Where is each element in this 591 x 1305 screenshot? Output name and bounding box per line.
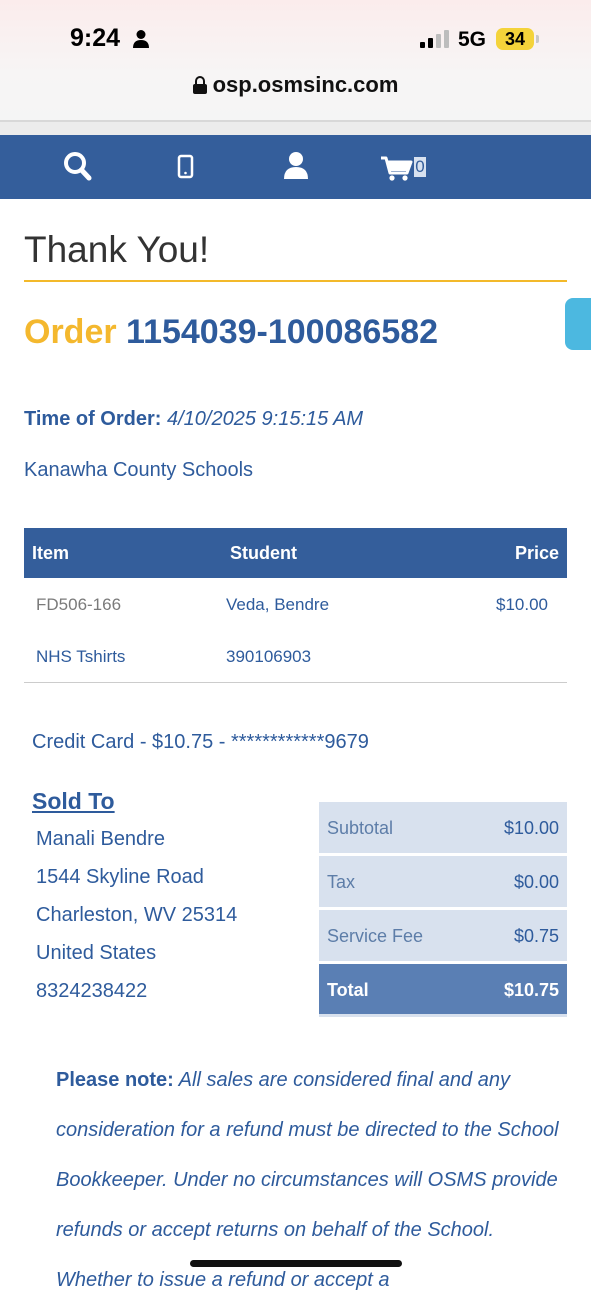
cart-count-badge: 0 xyxy=(414,157,426,177)
subtotal-row: Subtotal $10.00 xyxy=(319,802,567,853)
title-divider xyxy=(24,280,567,282)
note-text: All sales are considered final and any c… xyxy=(56,1069,559,1291)
order-totals: Subtotal $10.00 Tax $0.00 Service Fee $0… xyxy=(319,802,567,1017)
order-items-table: Item Student Price FD506-166 Veda, Bendr… xyxy=(24,528,567,683)
table-divider xyxy=(24,682,567,683)
battery-indicator: 34 xyxy=(496,28,534,50)
table-row: FD506-166 Veda, Bendre $10.00 xyxy=(24,578,567,630)
order-number: 1154039-100086582 xyxy=(126,313,439,351)
total-label: Total xyxy=(327,980,369,1000)
organization-name: Kanawha County Schools xyxy=(24,459,254,481)
order-label: Order xyxy=(24,313,117,351)
time-of-order: Time of Order: 4/10/2025 9:15:15 AM xyxy=(24,408,363,431)
side-feedback-tab[interactable] xyxy=(565,298,591,350)
divider xyxy=(0,122,591,135)
street-address: 1544 Skyline Road xyxy=(36,866,204,888)
column-header-price: Price xyxy=(514,543,559,563)
top-nav: 0 xyxy=(0,135,591,199)
item-name: NHS Tshirts xyxy=(36,647,126,666)
network-type: 5G xyxy=(458,28,487,51)
student-name: Veda, Bendre xyxy=(226,595,330,614)
sold-to-address: Manali Bendre 1544 Skyline Road Charlest… xyxy=(36,820,237,1010)
tax-row: Tax $0.00 xyxy=(319,856,567,907)
time-of-order-label: Time of Order: xyxy=(24,408,162,430)
city-state-zip: Charleston, WV 25314 xyxy=(36,904,238,926)
home-indicator[interactable] xyxy=(190,1260,402,1267)
total-value: $10.75 xyxy=(503,980,559,1000)
status-bar: 9:24 5G 34 osp.osmsinc.com xyxy=(0,0,591,120)
column-header-student: Student xyxy=(230,543,297,563)
totals-divider xyxy=(319,1014,567,1017)
tax-value: $0.00 xyxy=(513,872,559,892)
item-price: $10.00 xyxy=(496,595,548,614)
column-header-item: Item xyxy=(32,543,70,563)
person-icon xyxy=(133,30,149,48)
lock-icon xyxy=(192,76,207,94)
battery-tip xyxy=(536,35,539,43)
user-icon xyxy=(284,152,308,179)
page-title: Thank You! xyxy=(24,229,210,270)
tax-label: Tax xyxy=(327,872,356,892)
time-of-order-value: 4/10/2025 9:15:15 AM xyxy=(167,408,364,430)
mobile-phone-icon xyxy=(177,154,194,179)
order-heading: Order 1154039-100086582 xyxy=(24,313,464,351)
student-id: 390106903 xyxy=(226,647,312,666)
search-icon xyxy=(64,152,92,181)
phone-number: 8324238422 xyxy=(36,980,148,1002)
sold-to-heading: Sold To xyxy=(32,788,115,814)
table-header: Item Student Price xyxy=(24,528,567,578)
search-button[interactable] xyxy=(62,149,94,183)
total-row: Total $10.75 xyxy=(319,964,567,1014)
service-fee-row: Service Fee $0.75 xyxy=(319,910,567,961)
refund-note: Please note: All sales are considered fi… xyxy=(56,1055,568,1305)
address-bar[interactable]: osp.osmsinc.com xyxy=(0,72,591,98)
customer-name: Manali Bendre xyxy=(36,828,165,850)
account-button[interactable] xyxy=(282,149,310,183)
table-row: NHS Tshirts 390106903 xyxy=(24,630,567,682)
service-fee-value: $0.75 xyxy=(513,926,559,946)
service-fee-label: Service Fee xyxy=(327,926,424,946)
url-text: osp.osmsinc.com xyxy=(212,72,399,97)
item-code: FD506-166 xyxy=(36,595,122,614)
payment-method: Credit Card - $10.75 - ************9679 xyxy=(32,731,369,753)
shopping-cart-icon xyxy=(381,156,413,181)
cart-button[interactable]: 0 xyxy=(380,149,430,183)
subtotal-value: $10.00 xyxy=(503,818,559,838)
country: United States xyxy=(36,942,157,964)
status-time: 9:24 xyxy=(70,24,121,52)
cellular-signal-icon xyxy=(420,30,449,48)
mobile-button[interactable] xyxy=(176,149,196,183)
note-label: Please note: xyxy=(56,1069,174,1091)
subtotal-label: Subtotal xyxy=(327,818,394,838)
